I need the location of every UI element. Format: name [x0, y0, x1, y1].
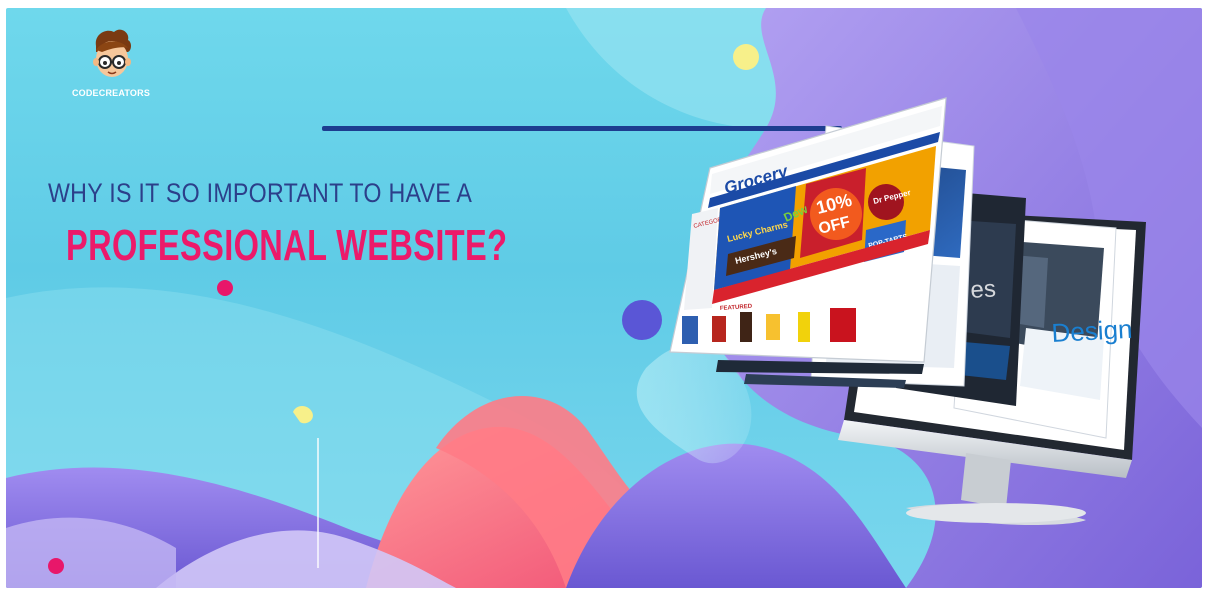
pane-grocery: Grocery CATEGORIES 10% OFF Dr Pepper POP… [669, 97, 947, 388]
website-mockup-illustration: Design es Grocery CATEGORIES 10% OFF Dr … [669, 97, 1146, 525]
pane-dark-text: es [970, 275, 997, 304]
banner: CODECREATORS WHY IS IT SO IMPORTANT TO H… [6, 8, 1202, 588]
pane-design-text: Design [1051, 314, 1133, 348]
